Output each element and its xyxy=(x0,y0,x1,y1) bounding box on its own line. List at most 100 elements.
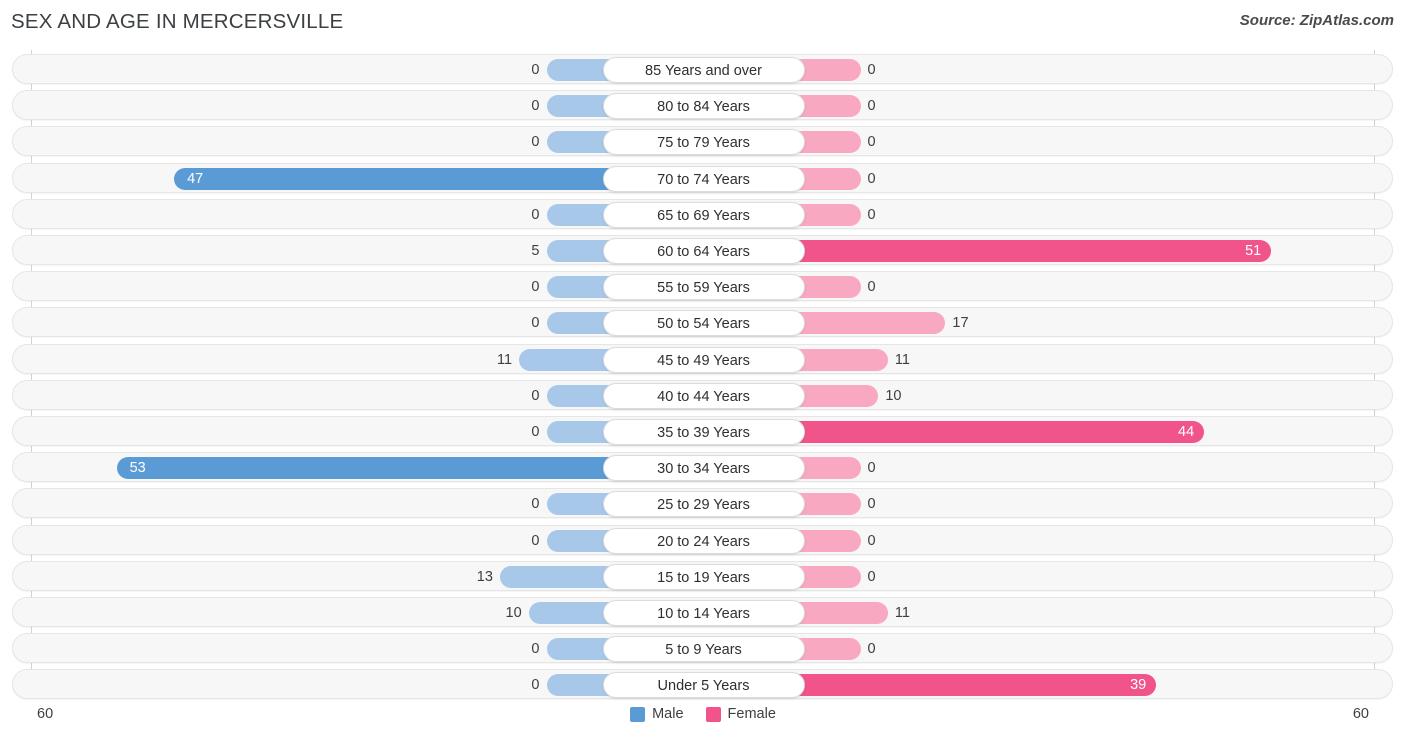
row-bars: 13 0 15 to 19 Years xyxy=(13,562,1394,592)
female-value-label: 44 xyxy=(1178,424,1195,440)
female-value-label: 0 xyxy=(867,279,876,296)
legend-label-male: Male xyxy=(652,706,684,722)
chart-legend: Male Female xyxy=(0,706,1406,722)
female-bar[interactable] xyxy=(782,312,946,335)
male-bar[interactable] xyxy=(174,167,625,190)
table-row[interactable]: 0 0 55 to 59 Years xyxy=(12,271,1394,302)
row-bars: 0 10 40 to 44 Years xyxy=(13,381,1394,411)
table-row[interactable]: 0 0 20 to 24 Years xyxy=(12,524,1394,556)
age-group-label: 35 to 39 Years xyxy=(602,419,805,445)
table-row[interactable]: 0 44 35 to 39 Years xyxy=(12,416,1393,446)
table-row[interactable]: 47 0 70 to 74 Years xyxy=(12,162,1394,194)
row-bars: 0 0 5 to 9 Years xyxy=(13,634,1394,664)
female-value-label: 0 xyxy=(867,134,876,151)
female-value-label: 0 xyxy=(867,206,876,223)
age-group-label: Under 5 Years xyxy=(602,672,805,699)
legend-item-female[interactable]: Female xyxy=(705,706,776,722)
female-value-label: 0 xyxy=(867,170,876,187)
age-group-label: 5 to 9 Years xyxy=(602,636,805,663)
row-bars: 47 0 70 to 74 Years xyxy=(13,164,1394,194)
table-row[interactable]: 0 0 75 to 79 Years xyxy=(12,126,1394,157)
row-bars: 0 44 35 to 39 Years xyxy=(13,417,1394,447)
row-bars: 0 0 55 to 59 Years xyxy=(13,272,1394,302)
table-row[interactable]: 0 17 50 to 54 Years xyxy=(12,307,1394,338)
female-value-label: 0 xyxy=(867,641,876,658)
row-bars: 0 0 65 to 69 Years xyxy=(13,200,1394,230)
female-bar[interactable] xyxy=(782,240,1272,262)
female-value-label: 17 xyxy=(952,315,969,332)
female-value-label: 51 xyxy=(1245,243,1262,259)
male-value-label: 53 xyxy=(129,460,146,477)
male-value-label: 0 xyxy=(531,496,540,513)
table-row[interactable]: 13 0 15 to 19 Years xyxy=(12,560,1394,592)
source-attribution: Source: ZipAtlas.com xyxy=(1239,12,1394,29)
male-bar[interactable] xyxy=(116,457,625,480)
male-value-label: 0 xyxy=(531,424,540,440)
table-row[interactable]: 0 0 5 to 9 Years xyxy=(12,633,1394,664)
age-group-label: 15 to 19 Years xyxy=(602,563,805,590)
male-value-label: 0 xyxy=(531,279,540,296)
chart-plot-area: 0 0 85 Years and over 0 0 80 to 84 Years 0 0 75 … xyxy=(0,50,1406,700)
age-group-label: 85 Years and over xyxy=(602,57,805,83)
female-value-label: 0 xyxy=(867,460,876,477)
chart-footer: 60 Male Female 60 xyxy=(0,698,1406,740)
male-value-label: 10 xyxy=(505,605,522,621)
table-row[interactable]: 0 10 40 to 44 Years xyxy=(12,379,1394,411)
row-bars: 0 0 25 to 29 Years xyxy=(13,489,1394,519)
table-row[interactable]: 0 0 65 to 69 Years xyxy=(12,198,1394,230)
row-bars: 0 0 80 to 84 Years xyxy=(13,91,1394,121)
female-value-label: 0 xyxy=(867,568,876,585)
age-group-label: 20 to 24 Years xyxy=(602,527,805,554)
chart-header: SEX AND AGE IN MERCERSVILLE Source: ZipA… xyxy=(0,0,1406,46)
male-value-label: 0 xyxy=(531,134,540,151)
male-value-label: 0 xyxy=(531,641,540,658)
male-value-label: 0 xyxy=(531,532,540,549)
table-row[interactable]: 5 51 60 to 64 Years xyxy=(12,235,1393,265)
male-value-label: 0 xyxy=(531,98,540,115)
table-row[interactable]: 0 39 Under 5 Years xyxy=(12,669,1393,700)
age-group-label: 25 to 29 Years xyxy=(602,491,805,518)
row-bars: 5 51 60 to 64 Years xyxy=(13,236,1394,266)
age-group-label: 50 to 54 Years xyxy=(602,310,805,337)
age-group-label: 70 to 74 Years xyxy=(602,165,805,192)
male-value-label: 0 xyxy=(531,387,540,404)
row-bars: 11 11 45 to 49 Years xyxy=(13,345,1394,375)
age-group-label: 40 to 44 Years xyxy=(602,382,805,409)
female-value-label: 11 xyxy=(894,351,910,368)
age-group-label: 80 to 84 Years xyxy=(602,93,805,120)
female-bar[interactable] xyxy=(782,674,1157,697)
male-value-label: 0 xyxy=(531,677,540,694)
female-value-label: 0 xyxy=(867,496,876,513)
table-row[interactable]: 10 11 10 to 14 Years xyxy=(12,597,1393,627)
axis-tick-right-max: 60 xyxy=(1352,706,1369,722)
male-color-swatch xyxy=(630,706,646,722)
male-value-label: 47 xyxy=(187,170,204,187)
female-value-label: 11 xyxy=(894,605,910,621)
male-value-label: 0 xyxy=(531,62,540,78)
age-group-label: 55 to 59 Years xyxy=(602,274,805,301)
age-group-label: 75 to 79 Years xyxy=(602,129,805,156)
table-row[interactable]: 0 0 85 Years and over xyxy=(12,54,1393,84)
age-group-label: 45 to 49 Years xyxy=(602,346,805,373)
row-bars: 0 0 75 to 79 Years xyxy=(13,127,1394,157)
row-bars: 53 0 30 to 34 Years xyxy=(13,453,1394,483)
row-bars: 0 0 20 to 24 Years xyxy=(13,526,1394,556)
age-group-label: 65 to 69 Years xyxy=(602,201,805,228)
male-value-label: 0 xyxy=(531,206,540,223)
row-bars: 0 17 50 to 54 Years xyxy=(13,308,1394,338)
table-row[interactable]: 53 0 30 to 34 Years xyxy=(12,452,1394,483)
age-group-label: 30 to 34 Years xyxy=(602,455,805,482)
table-row[interactable]: 0 0 80 to 84 Years xyxy=(12,90,1394,121)
female-value-label: 0 xyxy=(867,98,876,115)
male-value-label: 0 xyxy=(531,315,540,332)
male-value-label: 11 xyxy=(497,351,513,368)
female-value-label: 0 xyxy=(867,532,876,549)
page-title: SEX AND AGE IN MERCERSVILLE xyxy=(11,10,344,33)
table-row[interactable]: 0 0 25 to 29 Years xyxy=(12,488,1394,519)
female-color-swatch xyxy=(705,706,721,722)
table-row[interactable]: 11 11 45 to 49 Years xyxy=(12,343,1394,375)
female-bar[interactable] xyxy=(782,421,1205,443)
legend-item-male[interactable]: Male xyxy=(630,706,684,722)
female-value-label: 39 xyxy=(1130,677,1147,694)
male-value-label: 5 xyxy=(531,243,540,259)
